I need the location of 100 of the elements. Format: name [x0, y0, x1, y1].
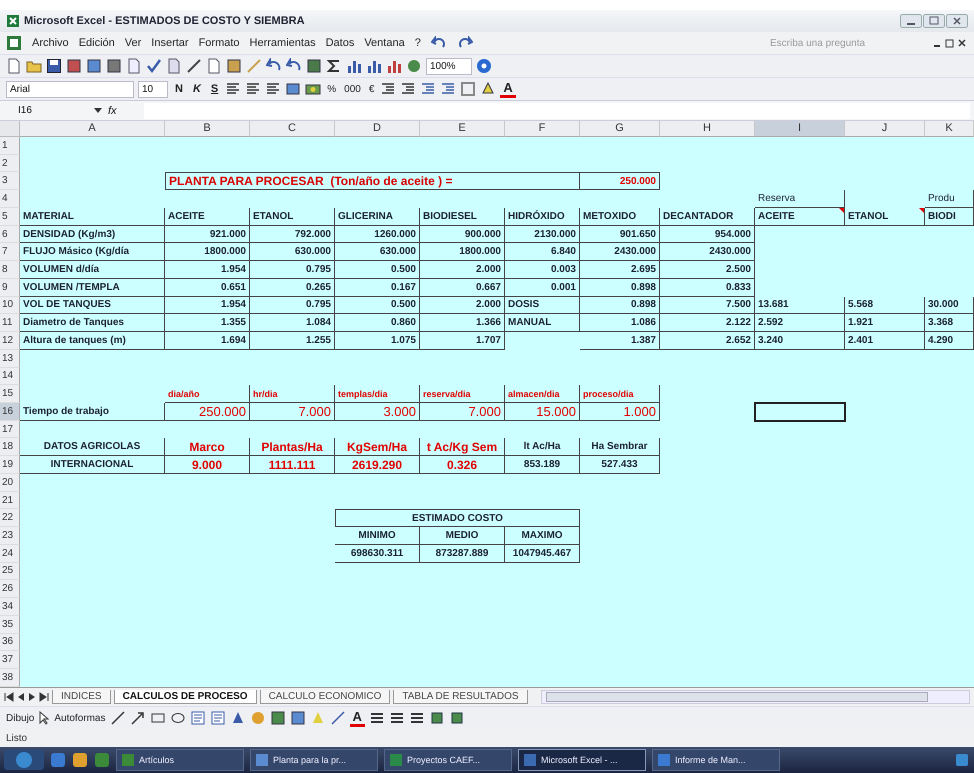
vertical-text-icon[interactable] [210, 710, 226, 726]
row-header[interactable]: 8 [0, 261, 20, 279]
row-header[interactable]: 26 [0, 580, 20, 598]
row-header[interactable]: 38 [0, 669, 20, 687]
taskbar-button[interactable]: Proyectos CAEF... [384, 749, 512, 771]
row-header[interactable]: 37 [0, 651, 20, 670]
row-header[interactable]: 21 [0, 492, 20, 510]
number-format-button[interactable]: € [366, 80, 376, 98]
align-right-icon[interactable] [265, 81, 282, 97]
row-header[interactable]: 35 [0, 616, 20, 634]
column-header[interactable]: H [660, 121, 755, 137]
row-header[interactable]: 6 [0, 226, 20, 244]
format-button[interactable]: N [172, 80, 186, 98]
row-header[interactable]: 1 [0, 137, 20, 155]
start-button-icon[interactable] [4, 749, 44, 771]
sort-descending-icon[interactable] [366, 58, 382, 74]
arrow-icon[interactable] [130, 710, 146, 726]
column-header[interactable]: B [165, 121, 250, 137]
line-icon[interactable] [110, 710, 126, 726]
zoom-field[interactable]: 100% [426, 58, 472, 74]
font-size-field[interactable]: 10 [138, 80, 168, 98]
workbook-icon[interactable] [6, 35, 22, 51]
menu-item[interactable]: ? [414, 37, 421, 49]
row-header[interactable]: 11 [0, 314, 20, 332]
undo-icon[interactable] [430, 36, 447, 50]
first-sheet-icon[interactable] [4, 692, 14, 702]
row-header[interactable]: 23 [0, 527, 20, 545]
column-header[interactable]: F [505, 121, 580, 137]
quick-launch-icon[interactable] [72, 752, 88, 768]
sheet-tab[interactable]: CALCULOS DE PROCESO [114, 690, 257, 704]
taskbar-button[interactable]: Microsoft Excel - ... [518, 749, 646, 771]
formula-input[interactable] [144, 102, 970, 118]
row-header[interactable]: 16 [0, 403, 20, 421]
row-header[interactable]: 7 [0, 243, 20, 262]
next-sheet-icon[interactable] [28, 692, 36, 702]
maximize-icon[interactable] [923, 14, 945, 28]
row-header[interactable]: 17 [0, 420, 20, 438]
row-header[interactable]: 5 [0, 208, 20, 226]
font-name-field[interactable]: Arial [6, 80, 134, 98]
close-icon[interactable] [946, 14, 968, 28]
system-tray-icon[interactable] [954, 752, 970, 768]
row-header[interactable]: 9 [0, 278, 20, 297]
row-header[interactable]: 36 [0, 634, 20, 652]
row-header[interactable]: 24 [0, 544, 20, 563]
menu-item[interactable]: Ventana [364, 37, 405, 49]
sheet-tab[interactable]: TABLA DE RESULTADOS [393, 690, 528, 704]
chart-icon[interactable] [386, 58, 402, 74]
column-header[interactable]: D [335, 121, 420, 137]
row-header[interactable]: 13 [0, 350, 20, 368]
minimize-icon[interactable] [900, 14, 922, 28]
row-header[interactable]: 4 [0, 190, 20, 208]
quick-launch-icon[interactable] [50, 752, 66, 768]
horizontal-scrollbar[interactable] [540, 690, 970, 704]
spelling-icon[interactable] [146, 58, 162, 74]
new-file-icon[interactable] [6, 58, 22, 74]
column-header[interactable]: J [845, 121, 925, 137]
text-box-icon[interactable] [190, 710, 206, 726]
menu-item[interactable]: Herramientas [250, 37, 316, 49]
quick-launch-icon[interactable] [94, 752, 110, 768]
autoshapes-menu[interactable]: Autoformas [54, 712, 106, 724]
dash-style-icon[interactable] [388, 710, 405, 726]
column-header[interactable]: I [755, 121, 845, 137]
name-box[interactable]: I16 [4, 105, 88, 116]
taskbar-button[interactable]: Planta para la pr... [250, 749, 378, 771]
insert-function-label[interactable]: fx [108, 104, 138, 116]
row-header[interactable]: 19 [0, 456, 20, 474]
select-pointer-icon[interactable] [38, 711, 50, 725]
column-header[interactable]: E [420, 121, 505, 137]
number-format-button[interactable]: 000 [342, 80, 363, 98]
taskbar-button[interactable]: Informe de Man... [652, 749, 780, 771]
paste-icon[interactable] [226, 58, 242, 74]
column-header[interactable]: A [20, 121, 165, 137]
row-header[interactable]: 20 [0, 474, 20, 492]
row-header[interactable]: 15 [0, 385, 20, 404]
sort-ascending-icon[interactable] [346, 58, 362, 74]
print-preview-icon[interactable] [126, 58, 142, 74]
number-format-button[interactable]: % [325, 80, 338, 98]
draw-menu[interactable]: Dibujo [6, 712, 34, 724]
sheet-tab[interactable]: CALCULO ECONOMICO [260, 690, 390, 704]
taskbar-button[interactable]: Artículos [116, 749, 244, 771]
oval-icon[interactable] [170, 710, 186, 726]
increase-indent-icon[interactable] [440, 81, 456, 97]
active-cell[interactable] [754, 402, 846, 422]
row-header[interactable]: 10 [0, 296, 20, 314]
last-sheet-icon[interactable] [39, 692, 49, 702]
menu-item[interactable]: Formato [198, 37, 240, 49]
format-button[interactable]: S [208, 80, 222, 98]
menu-item[interactable]: Datos [326, 37, 354, 49]
decrease-indent-icon[interactable] [420, 81, 436, 97]
window-controls-icon[interactable] [932, 37, 968, 49]
align-left-icon[interactable] [225, 81, 242, 97]
help-icon[interactable] [476, 58, 492, 74]
column-header[interactable]: C [250, 121, 335, 137]
copy-icon[interactable] [206, 58, 222, 74]
dropdown-arrow-icon[interactable] [94, 108, 102, 114]
sum-icon[interactable] [326, 58, 342, 74]
menu-item[interactable]: Archivo [32, 37, 69, 49]
menu-item[interactable]: Ver [124, 37, 142, 49]
arrow-style-icon[interactable] [408, 710, 425, 726]
row-header[interactable]: 12 [0, 332, 20, 350]
